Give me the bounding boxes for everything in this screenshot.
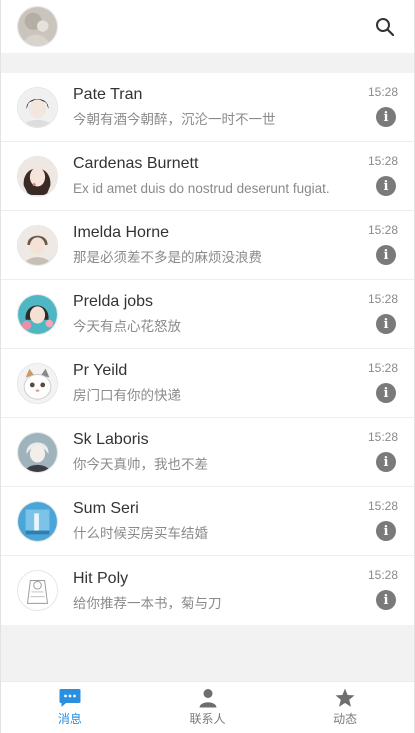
info-icon[interactable]: i [376, 452, 396, 472]
top-header [1, 0, 414, 53]
avatar [17, 431, 58, 473]
info-icon[interactable]: i [376, 107, 396, 127]
message-preview: 那是必须差不多是的麻烦没浪费 [73, 250, 262, 265]
tab-label: 联系人 [189, 712, 226, 726]
message-preview: Ex id amet duis do nostrud deserunt fugi… [73, 181, 330, 196]
avatar [17, 500, 58, 542]
list-item[interactable]: Prelda jobs 今天有点心花怒放 15:28 i [1, 280, 414, 349]
message-time: 15:28 [367, 223, 398, 237]
message-preview: 房门口有你的快递 [73, 388, 181, 403]
list-item[interactable]: Hit Poly 给你推荐一本书，菊与刀 15:28 i [1, 556, 414, 625]
star-icon [335, 688, 355, 707]
avatar [17, 570, 58, 611]
info-icon[interactable]: i [376, 176, 396, 196]
info-icon[interactable]: i [376, 245, 396, 265]
tab-moments[interactable]: 动态 [276, 682, 414, 733]
message-time: 15:28 [367, 361, 398, 375]
conversation-list: Pate Tran 今朝有酒今朝醉，沉沦一时不一世 15:28 i Carden… [1, 73, 414, 625]
avatar [17, 86, 58, 128]
message-preview: 今天有点心花怒放 [73, 319, 181, 334]
search-button[interactable] [372, 14, 398, 40]
tab-label: 消息 [57, 712, 82, 726]
message-preview: 你今天真帅，我也不差 [73, 457, 208, 472]
message-preview: 给你推荐一本书，菊与刀 [73, 595, 222, 611]
tab-messages[interactable]: 消息 [1, 682, 139, 733]
contact-name: Hit Poly [73, 569, 129, 587]
contact-name: Imelda Horne [73, 224, 170, 241]
search-icon [376, 17, 395, 36]
message-icon [59, 689, 81, 707]
person-icon [199, 689, 216, 708]
message-preview: 什么时候买房买车结婚 [73, 526, 208, 541]
avatar [17, 155, 58, 197]
list-item[interactable]: Cardenas Burnett Ex id amet duis do nost… [1, 142, 414, 211]
info-icon[interactable]: i [376, 314, 396, 334]
list-item[interactable]: Pate Tran 今朝有酒今朝醉，沉沦一时不一世 15:28 i [1, 73, 414, 142]
list-item[interactable]: Pr Yeild 房门口有你的快递 15:28 i [1, 349, 414, 418]
message-time: 15:28 [367, 292, 398, 306]
tab-label: 动态 [333, 712, 358, 726]
message-time: 15:28 [367, 430, 398, 444]
avatar [17, 293, 58, 335]
user-avatar[interactable] [17, 6, 58, 47]
list-item[interactable]: Imelda Horne 那是必须差不多是的麻烦没浪费 15:28 i [1, 211, 414, 280]
bottom-tab-bar: 消息 联系人 动态 [1, 681, 414, 733]
contact-name: Sk Laboris [73, 431, 149, 448]
message-preview: 今朝有酒今朝醉，沉沦一时不一世 [73, 112, 276, 127]
contact-name: Pate Tran [73, 86, 143, 103]
info-icon[interactable]: i [376, 383, 396, 403]
list-item[interactable]: Sum Seri 什么时候买房买车结婚 15:28 i [1, 487, 414, 556]
info-icon[interactable]: i [376, 521, 396, 541]
contact-name: Cardenas Burnett [73, 155, 199, 172]
avatar [17, 362, 58, 404]
avatar [17, 224, 58, 266]
message-time: 15:28 [367, 85, 398, 99]
tab-contacts[interactable]: 联系人 [139, 682, 277, 733]
contact-name: Pr Yeild [73, 362, 128, 379]
info-icon[interactable]: i [376, 590, 396, 610]
list-item[interactable]: Sk Laboris 你今天真帅，我也不差 15:28 i [1, 418, 414, 487]
contact-name: Sum Seri [73, 500, 139, 517]
message-time: 15:28 [367, 568, 398, 582]
message-time: 15:28 [367, 499, 398, 513]
app-frame: Pate Tran 今朝有酒今朝醉，沉沦一时不一世 15:28 i Carden… [0, 0, 415, 733]
message-time: 15:28 [367, 154, 398, 168]
contact-name: Prelda jobs [73, 293, 154, 310]
